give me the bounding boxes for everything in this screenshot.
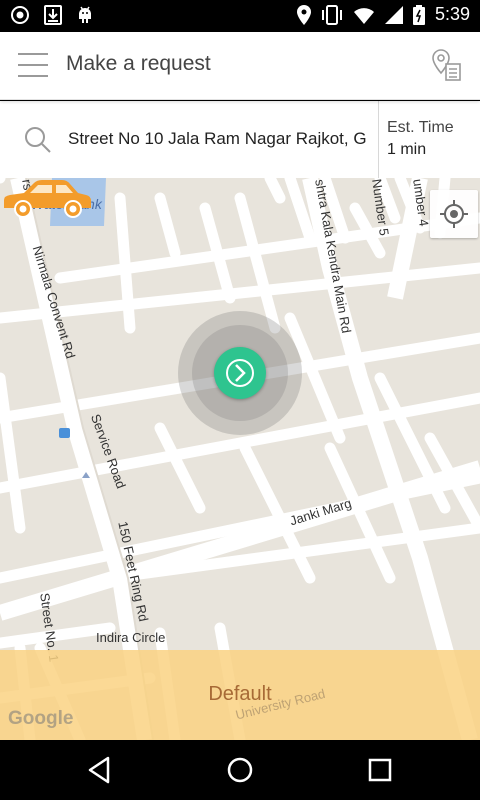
android-icon bbox=[79, 6, 91, 23]
home-icon[interactable] bbox=[224, 754, 256, 786]
status-bar: 5:39 bbox=[0, 0, 480, 32]
map-label-indira-circle: Indira Circle bbox=[96, 630, 166, 645]
chevron-right-icon bbox=[226, 359, 254, 387]
app-bar: Make a request bbox=[0, 32, 480, 100]
estimated-time-box: Est. Time 1 min bbox=[378, 101, 480, 178]
car-icon bbox=[4, 180, 91, 218]
search-icon[interactable] bbox=[24, 126, 52, 154]
confirm-pickup-button[interactable] bbox=[214, 347, 266, 399]
status-right-icons: 5:39 bbox=[296, 4, 470, 25]
pickup-address-input[interactable]: Street No 10 Jala Ram Nagar Rajkot, G bbox=[68, 129, 374, 149]
my-location-icon bbox=[440, 200, 468, 228]
est-time-label: Est. Time bbox=[387, 119, 454, 136]
hamburger-menu-icon[interactable] bbox=[18, 53, 48, 79]
my-location-button[interactable] bbox=[430, 190, 478, 238]
page-title: Make a request bbox=[66, 52, 211, 75]
system-nav-bar bbox=[0, 740, 480, 800]
status-left-icons bbox=[10, 5, 94, 25]
back-icon[interactable] bbox=[84, 754, 116, 786]
recents-icon[interactable] bbox=[364, 754, 396, 786]
vibrate-icon bbox=[321, 4, 342, 25]
record-icon bbox=[11, 6, 29, 24]
download-icon bbox=[44, 5, 62, 25]
map-view[interactable]: Water Tank Nirmala Convent Rd Service Ro… bbox=[0, 178, 480, 740]
battery-icon bbox=[412, 4, 425, 25]
google-logo: Google bbox=[8, 708, 74, 729]
status-time: 5:39 bbox=[434, 4, 470, 24]
location-pin-icon bbox=[296, 4, 311, 25]
est-time-value: 1 min bbox=[387, 141, 427, 158]
signal-icon bbox=[384, 5, 403, 24]
map-pin-list-icon[interactable] bbox=[430, 48, 464, 82]
pickup-marker[interactable] bbox=[178, 311, 302, 435]
default-ride-label: Default bbox=[208, 683, 272, 705]
wifi-icon bbox=[353, 7, 374, 24]
search-row: Street No 10 Jala Ram Nagar Rajkot, G Es… bbox=[0, 101, 480, 178]
